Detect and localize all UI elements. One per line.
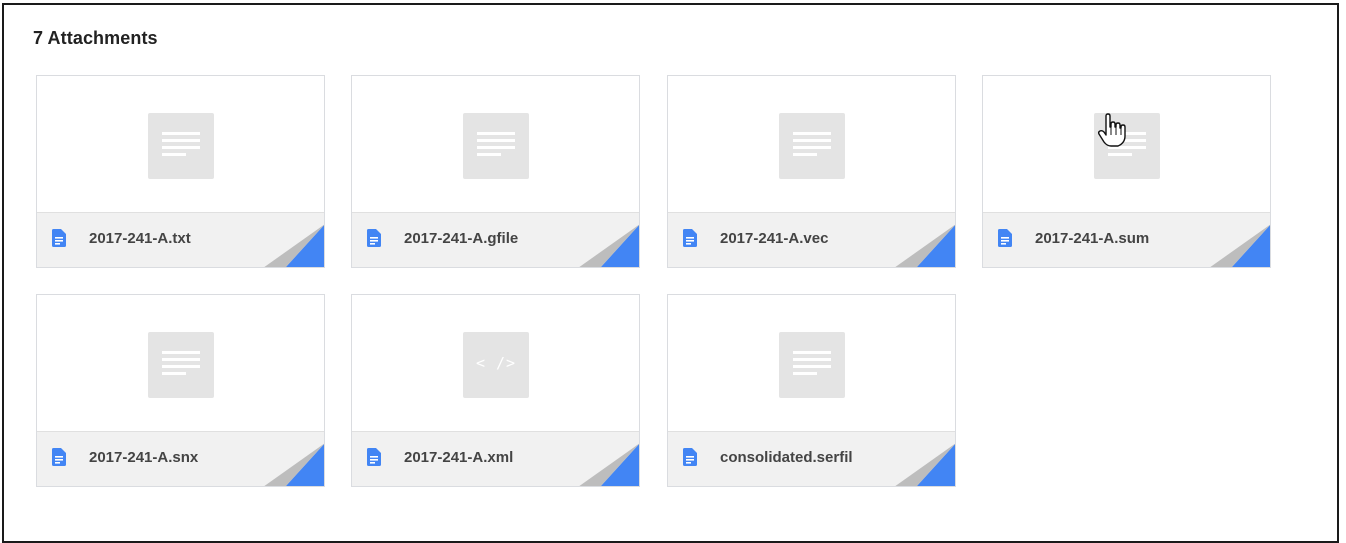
attachment-file-name: 2017-241-A.snx [89,449,199,466]
attachment-file-name: 2017-241-A.sum [1035,230,1150,247]
attachment-preview [352,76,639,214]
code-file-icon: < /> [463,332,529,398]
attachment-footer: 2017-241-A.sum [983,212,1270,267]
attachment-card[interactable]: 2017-241-A.txt [36,75,325,268]
attachment-footer: 2017-241-A.vec [668,212,955,267]
document-lines-icon [148,113,214,179]
page-fold-icon [895,224,955,267]
doc-file-icon [367,448,381,466]
attachment-card[interactable]: 2017-241-A.vec [667,75,956,268]
document-lines-icon [463,113,529,179]
doc-file-icon [52,229,66,247]
attachment-card[interactable]: 2017-241-A.snx [36,294,325,487]
page-fold-icon [264,443,324,486]
attachment-file-name: 2017-241-A.gfile [404,230,519,247]
attachment-preview: < /> [352,295,639,433]
document-lines-icon [779,113,845,179]
attachment-file-name: 2017-241-A.txt [89,230,191,247]
doc-file-icon [998,229,1012,247]
attachment-preview [668,295,955,433]
page-fold-icon [895,443,955,486]
attachment-footer: 2017-241-A.txt [37,212,324,267]
doc-file-icon [52,448,66,466]
page-fold-icon [1210,224,1270,267]
page-fold-icon [264,224,324,267]
attachment-footer: 2017-241-A.snx [37,431,324,486]
doc-file-icon [367,229,381,247]
page-fold-icon [579,443,639,486]
attachment-preview [37,76,324,214]
attachment-file-name: 2017-241-A.vec [720,230,829,247]
attachment-preview [668,76,955,214]
hand-pointer-cursor-icon [1097,113,1126,147]
attachment-footer: consolidated.serfil [668,431,955,486]
attachment-footer: 2017-241-A.gfile [352,212,639,267]
attachment-file-name: consolidated.serfil [720,449,853,466]
attachment-preview [37,295,324,433]
doc-file-icon [683,229,697,247]
document-lines-icon [779,332,845,398]
page-fold-icon [579,224,639,267]
attachment-file-name: 2017-241-A.xml [404,449,514,466]
attachment-footer: 2017-241-A.xml [352,431,639,486]
attachment-card[interactable]: 2017-241-A.sum [982,75,1271,268]
code-glyph: < /> [475,354,517,372]
document-lines-icon [148,332,214,398]
attachment-card[interactable]: consolidated.serfil [667,294,956,487]
attachment-card[interactable]: < /> 2017-241-A.xml [351,294,640,487]
doc-file-icon [683,448,697,466]
attachments-title: 7 Attachments [33,28,158,48]
attachment-card[interactable]: 2017-241-A.gfile [351,75,640,268]
